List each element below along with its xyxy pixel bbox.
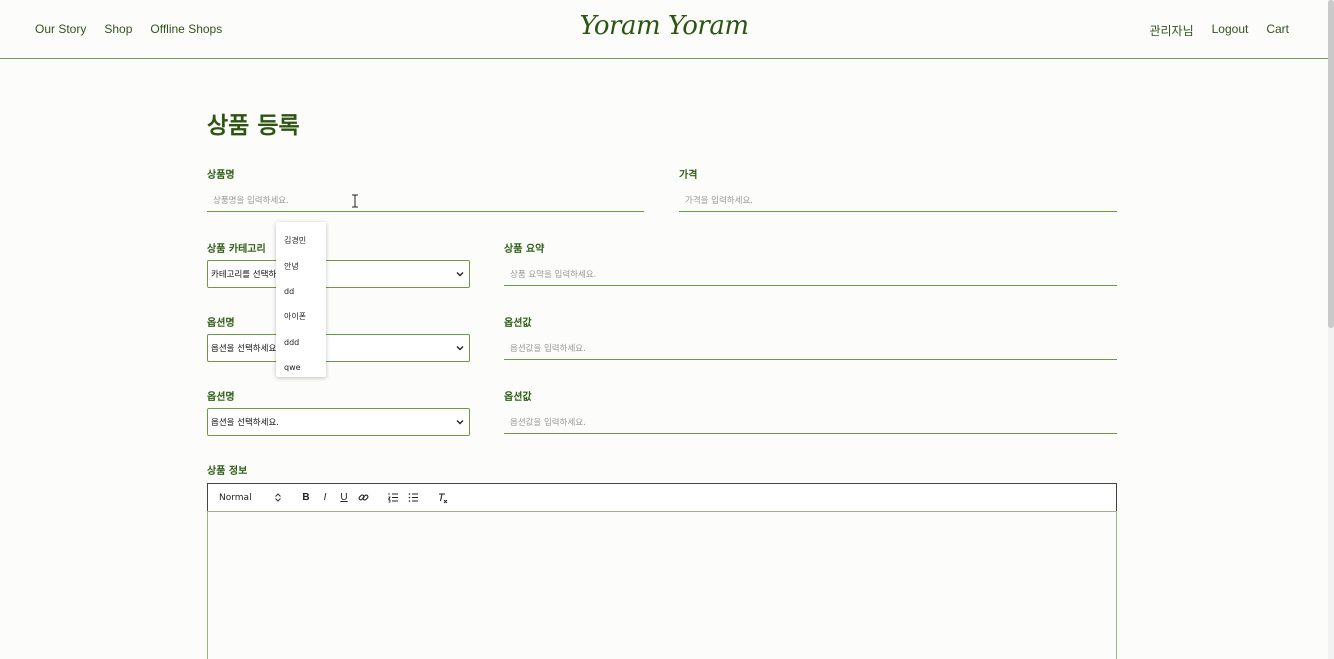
category-label: 상품 카테고리: [207, 244, 266, 255]
ordered-list-button[interactable]: [386, 491, 400, 505]
price-input[interactable]: 가격을 입력하세요.: [679, 188, 1117, 212]
option2-value-label: 옵션값: [504, 392, 532, 403]
underline-button[interactable]: U: [337, 491, 351, 505]
summary-input[interactable]: 상품 요약을 입력하세요.: [504, 262, 1117, 286]
option1-value-label: 옵션값: [504, 318, 532, 329]
nav-right: 관리자님 Logout Cart: [1149, 22, 1289, 39]
option1-value-input[interactable]: 옵션값을 입력하세요.: [504, 336, 1117, 360]
option2-select-value: 옵션을 선택하세요.: [211, 418, 279, 428]
option2-select[interactable]: 옵션을 선택하세요.: [207, 408, 470, 436]
scrollbar-thumb[interactable]: [1328, 0, 1334, 328]
option1-label: 옵션명: [207, 318, 235, 329]
option2-value-input[interactable]: 옵션값을 입력하세요.: [504, 410, 1117, 434]
option1-select[interactable]: 옵션을 선택하세요.: [207, 334, 470, 362]
page-title: 상품 등록: [207, 113, 300, 139]
bullet-list-button[interactable]: [406, 491, 420, 505]
font-size-value: Normal: [219, 492, 252, 503]
dropdown-option[interactable]: qwe: [276, 355, 326, 380]
product-name-input[interactable]: 상품명을 입력하세요.: [207, 188, 644, 212]
chevron-down-icon: [456, 272, 464, 277]
nav-admin-user[interactable]: 관리자님: [1149, 22, 1193, 39]
text-cursor-icon: [352, 194, 358, 208]
editor-content-area[interactable]: [207, 511, 1117, 659]
dropdown-option[interactable]: ddd: [276, 330, 326, 355]
dropdown-option[interactable]: dd: [276, 279, 326, 304]
option2-label: 옵션명: [207, 392, 235, 403]
option1-select-value: 옵션을 선택하세요.: [211, 344, 279, 354]
italic-button[interactable]: I: [318, 491, 332, 505]
site-logo[interactable]: Yoram Yoram: [0, 11, 1328, 41]
bold-button[interactable]: B: [299, 491, 313, 505]
bullet-list-icon: [408, 493, 418, 502]
clear-format-icon: [439, 492, 448, 503]
ordered-list-icon: [387, 493, 398, 503]
font-size-select[interactable]: Normal: [219, 493, 281, 503]
product-name-label: 상품명: [207, 170, 235, 181]
dropdown-option[interactable]: 안녕: [276, 253, 326, 278]
link-button[interactable]: [356, 491, 370, 505]
nav-logout[interactable]: Logout: [1212, 22, 1249, 39]
dropdown-option[interactable]: 아이폰: [276, 304, 326, 329]
up-down-chevron-icon: [275, 493, 281, 502]
chevron-down-icon: [456, 420, 464, 425]
site-header: Our Story Shop Offline Shops Yoram Yoram…: [0, 0, 1328, 59]
category-dropdown-list: 김경민 안녕 dd 아이폰 ddd qwe: [276, 222, 326, 377]
editor-toolbar: Normal B I U: [207, 483, 1117, 512]
summary-label: 상품 요약: [504, 244, 545, 255]
product-info-label: 상품 정보: [207, 466, 248, 477]
category-select[interactable]: 카테고리를 선택하세요.: [207, 260, 470, 288]
clear-format-button[interactable]: [436, 491, 450, 505]
chevron-down-icon: [456, 346, 464, 351]
page-scrollbar[interactable]: [1328, 0, 1334, 659]
link-icon: [358, 494, 368, 501]
dropdown-option[interactable]: 김경민: [276, 228, 326, 253]
price-label: 가격: [679, 170, 698, 181]
nav-cart[interactable]: Cart: [1266, 22, 1289, 39]
